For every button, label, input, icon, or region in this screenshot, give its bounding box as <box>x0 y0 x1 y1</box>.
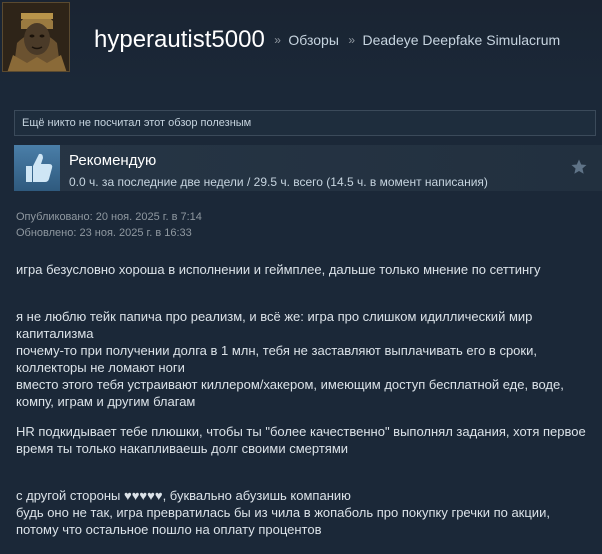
helpful-count-text: Ещё никто не посчитал этот обзор полезны… <box>22 117 252 129</box>
user-avatar[interactable] <box>2 2 70 72</box>
thumbs-up-icon <box>14 145 60 191</box>
breadcrumb: hyperautist5000 » Обзоры » Deadeye Deepf… <box>94 26 560 54</box>
award-star-icon[interactable] <box>570 158 588 181</box>
playtime-hours: 0.0 ч. за последние две недели / 29.5 ч.… <box>69 175 488 189</box>
review-header: hyperautist5000 » Обзоры » Deadeye Deepf… <box>0 0 602 90</box>
review-paragraph: с другой стороны ♥♥♥♥♥, буквально абузиш… <box>16 488 351 503</box>
breadcrumb-reviews-link[interactable]: Обзоры <box>288 32 339 48</box>
username-link[interactable]: hyperautist5000 <box>94 26 265 53</box>
review-paragraph: игра безусловно хороша в исполнении и ге… <box>16 262 541 277</box>
review-dates: Опубликовано: 20 ноя. 2025 г. в 7:14 Обн… <box>16 209 202 241</box>
avatar-portrait-icon <box>3 3 69 71</box>
review-paragraph: почему-то при получении долга в 1 млн, т… <box>16 343 537 375</box>
review-paragraph: будь оно не так, игра превратилась бы из… <box>16 505 550 537</box>
helpful-count-box: Ещё никто не посчитал этот обзор полезны… <box>14 110 596 136</box>
recommendation-title: Рекомендую <box>69 152 157 169</box>
breadcrumb-separator: » <box>348 33 356 47</box>
review-paragraph: я не люблю тейк папича про реализм, и вс… <box>16 309 533 341</box>
breadcrumb-game-link[interactable]: Deadeye Deepfake Simulacrum <box>362 32 560 48</box>
breadcrumb-separator: » <box>274 33 281 47</box>
published-date: Опубликовано: 20 ноя. 2025 г. в 7:14 <box>16 211 202 223</box>
recommendation-bar: Рекомендую 0.0 ч. за последние две недел… <box>14 145 602 191</box>
review-paragraph: HR подкидывает тебе плюшки, чтобы ты "бо… <box>16 424 586 456</box>
updated-date: Обновлено: 23 ноя. 2025 г. в 16:33 <box>16 227 192 239</box>
review-body: игра безусловно хороша в исполнении и ге… <box>16 261 596 538</box>
review-paragraph: вместо этого тебя устраивают киллером/ха… <box>16 377 564 409</box>
